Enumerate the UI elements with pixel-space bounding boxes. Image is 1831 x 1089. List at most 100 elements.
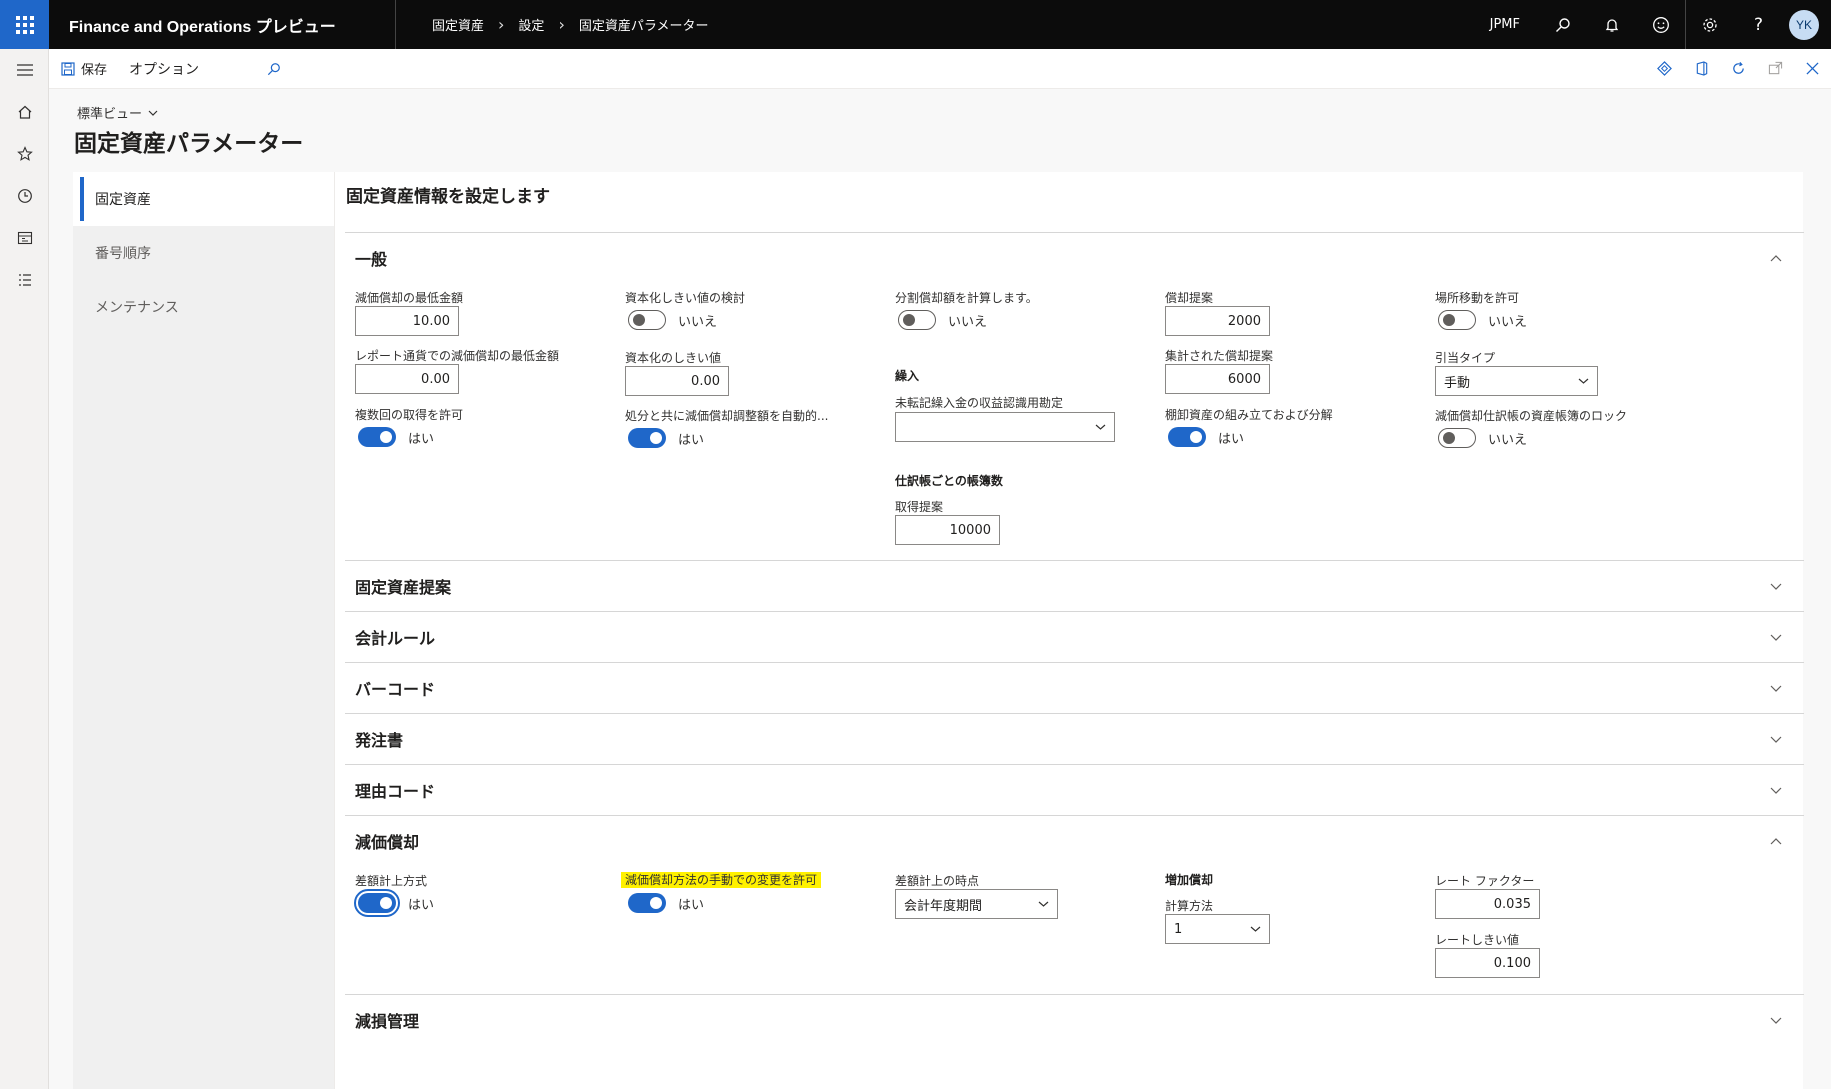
dep-proposal-label: 償却提案	[1165, 291, 1214, 305]
section-reason-header[interactable]: 理由コード	[345, 764, 1804, 815]
cap-threshold-label: 資本化のしきい値	[625, 351, 722, 365]
manual-change-toggle[interactable]: はい	[628, 893, 704, 913]
cap-check-toggle[interactable]: いいえ	[628, 310, 717, 330]
min-dep-rep-input[interactable]: 0.00	[355, 364, 459, 394]
chevron-down-icon	[1770, 736, 1782, 743]
home-button[interactable]	[0, 91, 49, 133]
rate-threshold-input[interactable]: 0.100	[1435, 948, 1540, 978]
section-impairment-header[interactable]: 減損管理	[345, 994, 1804, 1045]
toggle-switch	[1438, 310, 1476, 330]
expand-nav-button[interactable]	[0, 49, 49, 91]
chevron-down-icon	[1770, 583, 1782, 590]
view-selector[interactable]: 標準ビュー	[77, 103, 158, 122]
section-title: 一般	[355, 250, 388, 269]
breadcrumb-item-setup[interactable]: 設定	[518, 15, 544, 34]
section-po-header[interactable]: 発注書	[345, 713, 1804, 764]
save-icon	[61, 61, 75, 76]
tab-fixed-assets[interactable]: 固定資産	[73, 172, 334, 226]
min-dep-input[interactable]: 10.00	[355, 306, 459, 336]
search-button[interactable]	[1538, 0, 1587, 49]
rate-threshold-label: レートしきい値	[1435, 933, 1520, 947]
toggle-value: はい	[408, 431, 435, 447]
power-apps-button[interactable]	[1646, 49, 1683, 89]
cap-threshold-input[interactable]: 0.00	[625, 366, 729, 396]
refresh-icon	[1733, 62, 1744, 74]
hamburger-icon	[16, 64, 33, 76]
help-button[interactable]: ?	[1734, 0, 1783, 49]
select-value: 手動	[1444, 375, 1471, 391]
inventory-assembly-label: 棚卸資産の組み立ておよび分解	[1165, 408, 1333, 422]
difference-method-toggle[interactable]: はい	[354, 889, 435, 917]
inventory-assembly-toggle[interactable]: はい	[1168, 427, 1244, 447]
breadcrumb-item-parameters[interactable]: 固定資産パラメーター	[579, 15, 709, 34]
gear-icon	[1703, 17, 1717, 32]
unposted-account-label: 未転記繰入金の収益認識用勘定	[895, 396, 1064, 410]
favorites-button[interactable]	[0, 133, 49, 175]
allow-transfer-toggle[interactable]: いいえ	[1438, 310, 1527, 330]
save-button[interactable]: 保存	[49, 49, 117, 89]
chevron-right-icon: ›	[498, 15, 505, 34]
bonus-group-label: 増加償却	[1165, 873, 1214, 887]
journal-group-label: 仕訳帳ごとの帳簿数	[895, 474, 1003, 488]
dep-proposal-input[interactable]: 2000	[1165, 306, 1270, 336]
company-picker[interactable]: JPMF	[1490, 17, 1520, 32]
action-pane: 保存 オプション	[49, 49, 1831, 89]
app-title[interactable]: Finance and Operations プレビュー	[49, 0, 396, 49]
chevron-down-icon	[1770, 685, 1782, 692]
unposted-account-select[interactable]	[895, 412, 1115, 442]
chevron-down-icon	[148, 110, 158, 116]
avatar[interactable]: YK	[1789, 9, 1819, 40]
section-depreciation-header[interactable]: 減価償却	[345, 815, 1804, 866]
lock-books-toggle[interactable]: いいえ	[1438, 428, 1527, 448]
breadcrumb-item-fixed-assets[interactable]: 固定資産	[432, 15, 484, 34]
chevron-down-icon	[1095, 424, 1106, 430]
toggle-value: はい	[408, 897, 435, 913]
split-dep-toggle[interactable]: いいえ	[898, 310, 987, 330]
options-tab[interactable]: オプション	[117, 49, 209, 89]
chevron-up-icon	[1770, 837, 1782, 844]
tab-number-sequences[interactable]: 番号順序	[73, 226, 334, 280]
tab-maintenance[interactable]: メンテナンス	[73, 280, 334, 334]
section-accounting-header[interactable]: 会計ルール	[345, 611, 1804, 662]
workspaces-button[interactable]	[0, 217, 49, 259]
action-search-button[interactable]	[209, 49, 291, 89]
section-title: バーコード	[355, 680, 436, 699]
section-general-header[interactable]: 一般	[345, 232, 1804, 283]
multi-acq-toggle[interactable]: はい	[358, 427, 434, 447]
min-dep-label: 減価償却の最低金額	[355, 291, 464, 305]
cap-check-label: 資本化しきい値の検討	[625, 291, 746, 305]
toggle-switch	[1438, 428, 1476, 448]
app-launcher-button[interactable]	[0, 0, 49, 49]
view-selector-label: 標準ビュー	[77, 107, 143, 122]
open-new-window-button[interactable]	[1757, 49, 1794, 89]
recent-button[interactable]	[0, 175, 49, 217]
section-title: 固定資産提案	[355, 578, 452, 597]
summarized-dep-input[interactable]: 6000	[1165, 364, 1270, 394]
section-barcode-header[interactable]: バーコード	[345, 662, 1804, 713]
acq-proposal-input[interactable]: 10000	[895, 515, 1000, 545]
close-icon	[1806, 62, 1819, 75]
settings-button[interactable]	[1685, 0, 1734, 49]
disposal-adj-toggle[interactable]: はい	[628, 428, 704, 448]
allocation-type-select[interactable]: 手動	[1435, 366, 1598, 396]
smiley-icon	[1652, 16, 1669, 33]
lock-books-label: 減価償却仕訳帳の資産帳簿のロック	[1435, 409, 1628, 423]
modules-button[interactable]	[0, 259, 49, 301]
section-proposals-header[interactable]: 固定資産提案	[345, 560, 1804, 611]
difference-timing-select[interactable]: 会計年度期間	[895, 889, 1058, 919]
calc-method-select[interactable]: 1	[1165, 914, 1270, 944]
toggle-value: いいえ	[1488, 432, 1528, 448]
workspace-icon	[17, 231, 32, 245]
notifications-button[interactable]	[1587, 0, 1636, 49]
close-button[interactable]	[1794, 49, 1831, 89]
refresh-button[interactable]	[1720, 49, 1757, 89]
feedback-button[interactable]	[1636, 0, 1685, 49]
multi-acq-label: 複数回の取得を許可	[355, 408, 464, 422]
toggle-value: はい	[678, 432, 705, 448]
toggle-switch	[628, 310, 666, 330]
section-title: 発注書	[355, 731, 404, 750]
rate-factor-input[interactable]: 0.035	[1435, 889, 1540, 919]
office-button[interactable]	[1683, 49, 1720, 89]
min-dep-rep-label: レポート通貨での減価償却の最低金額	[355, 349, 560, 363]
rate-factor-label: レート ファクター	[1435, 874, 1535, 888]
